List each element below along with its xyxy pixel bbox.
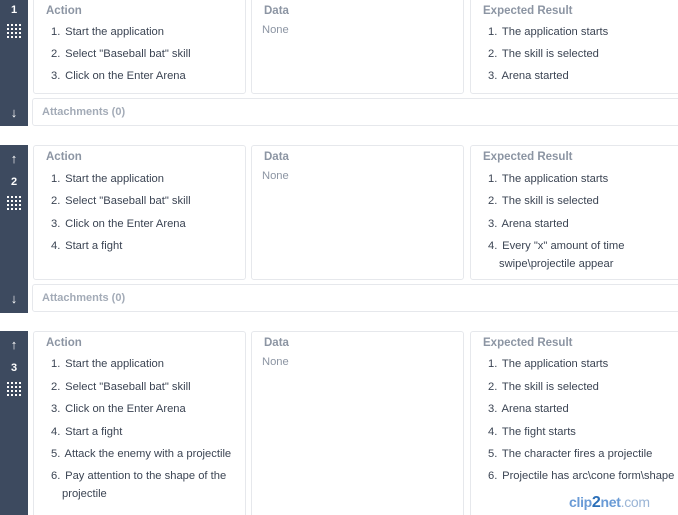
list-item: 4. The fight starts — [488, 426, 576, 438]
data-panel[interactable]: Data None — [251, 145, 464, 280]
attachments-label: Attachments (0) — [42, 106, 126, 118]
list-item: 3. Arena started — [488, 70, 569, 82]
step-rail: ↑ 2 ↓ — [0, 145, 28, 313]
data-panel[interactable]: Data None — [251, 331, 464, 515]
arrow-down-icon[interactable]: ↓ — [0, 292, 28, 305]
list-item: 3. Click on the Enter Arena — [51, 403, 186, 415]
action-panel[interactable]: Action 1. Start the application 2. Selec… — [33, 0, 246, 94]
list-item: 3. Arena started — [488, 218, 569, 230]
attachments-label: Attachments (0) — [42, 292, 126, 304]
list-item: 4. Start a fight — [51, 240, 123, 252]
attachments-bar[interactable]: Attachments (0) — [32, 98, 678, 126]
expected-panel[interactable]: Expected Result 1. The application start… — [470, 331, 678, 515]
list-item: 1. Start the application — [51, 358, 164, 370]
arrow-up-icon[interactable]: ↑ — [0, 152, 28, 165]
expected-panel[interactable]: Expected Result 1. The application start… — [470, 0, 678, 94]
step-number: 2 — [10, 176, 18, 188]
drag-grip-icon[interactable] — [7, 24, 21, 38]
drag-grip-icon[interactable] — [7, 196, 21, 210]
list-item: 5. The character fires a projectile — [488, 448, 653, 460]
step-number: 3 — [10, 362, 18, 374]
list-item: 4. Start a fight — [51, 426, 123, 438]
data-column-title: Data — [264, 337, 289, 349]
action-column-title: Action — [46, 151, 82, 163]
action-panel[interactable]: Action 1. Start the application 2. Selec… — [33, 145, 246, 280]
data-value: None — [262, 356, 289, 368]
attachments-bar[interactable]: Attachments (0) — [32, 284, 678, 312]
step-number: 1 — [10, 4, 18, 16]
list-item: 3. Click on the Enter Arena — [51, 70, 186, 82]
arrow-up-icon[interactable]: ↑ — [0, 338, 28, 351]
list-item: 2. Select "Baseball bat" skill — [51, 48, 191, 60]
expected-column-title: Expected Result — [483, 337, 573, 349]
action-panel[interactable]: Action 1. Start the application 2. Selec… — [33, 331, 246, 515]
list-item: 2. The skill is selected — [488, 381, 599, 393]
step-rail: 1 ↓ — [0, 0, 28, 126]
list-item: 1. The application starts — [488, 26, 609, 38]
arrow-down-icon[interactable]: ↓ — [0, 106, 28, 119]
data-panel[interactable]: Data None — [251, 0, 464, 94]
list-item: 2. Select "Baseball bat" skill — [51, 381, 191, 393]
list-item: 2. The skill is selected — [488, 195, 599, 207]
expected-panel[interactable]: Expected Result 1. The application start… — [470, 145, 678, 280]
data-column-title: Data — [264, 5, 289, 17]
list-item: 3. Click on the Enter Arena — [51, 218, 186, 230]
expected-column-title: Expected Result — [483, 151, 573, 163]
list-item: 3. Arena started — [488, 403, 569, 415]
action-column-title: Action — [46, 337, 82, 349]
list-item: 1. The application starts — [488, 358, 609, 370]
data-column-title: Data — [264, 151, 289, 163]
list-item: 4. Every "x" amount of time swipe\project… — [488, 240, 625, 270]
drag-grip-icon[interactable] — [7, 382, 21, 396]
list-item: 1. The application starts — [488, 173, 609, 185]
list-item: 2. Select "Baseball bat" skill — [51, 195, 191, 207]
data-value: None — [262, 170, 289, 182]
list-item: 5. Attack the enemy with a projectile — [51, 448, 232, 460]
data-value: None — [262, 24, 289, 36]
expected-column-title: Expected Result — [483, 5, 573, 17]
list-item: 6. Projectile has arc\cone form\shape — [488, 470, 675, 482]
list-item: 6. Pay attention to the shape of the proj… — [51, 470, 227, 500]
watermark-logo: clip2net.com — [569, 494, 650, 511]
list-item: 1. Start the application — [51, 26, 164, 38]
step-rail: ↑ 3 — [0, 331, 28, 515]
action-column-title: Action — [46, 5, 82, 17]
list-item: 1. Start the application — [51, 173, 164, 185]
list-item: 2. The skill is selected — [488, 48, 599, 60]
